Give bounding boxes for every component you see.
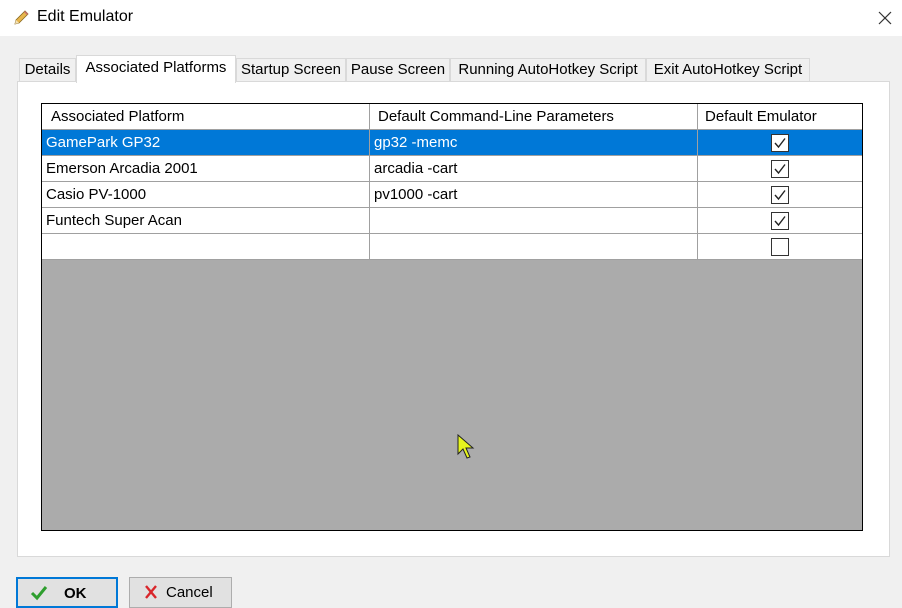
pencil-icon (12, 9, 30, 27)
params-cell[interactable] (370, 234, 698, 260)
params-cell[interactable] (370, 208, 698, 234)
params-cell[interactable]: pv1000 -cart (370, 182, 698, 208)
title-bar: Edit Emulator (0, 0, 902, 36)
mouse-cursor-icon (457, 434, 475, 459)
default-cell (698, 130, 862, 156)
default-checkbox[interactable] (771, 237, 789, 256)
default-checkbox[interactable] (771, 133, 789, 152)
x-icon (145, 585, 157, 599)
tab-pause-screen[interactable]: Pause Screen (346, 58, 450, 82)
check-icon (774, 163, 786, 174)
tab-running-autohotkey-script[interactable]: Running AutoHotkey Script (450, 58, 646, 82)
default-checkbox[interactable] (771, 211, 789, 230)
tab-associated-platforms[interactable]: Associated Platforms (76, 55, 236, 83)
platforms-grid[interactable]: Associated Platform Default Command-Line… (41, 103, 863, 531)
tab-startup-screen[interactable]: Startup Screen (236, 58, 346, 82)
platform-cell[interactable]: Casio PV-1000 (42, 182, 370, 208)
table-row[interactable]: Emerson Arcadia 2001 arcadia -cart (42, 156, 862, 182)
params-cell[interactable]: gp32 -memc (370, 130, 698, 156)
table-row[interactable]: Funtech Super Acan (42, 208, 862, 234)
table-row[interactable]: Casio PV-1000 pv1000 -cart (42, 182, 862, 208)
check-icon (774, 189, 786, 200)
cancel-button-label: Cancel (166, 584, 213, 601)
default-checkbox[interactable] (771, 159, 789, 178)
platform-cell[interactable] (42, 234, 370, 260)
table-row[interactable]: GamePark GP32 gp32 -memc (42, 130, 862, 156)
params-cell[interactable]: arcadia -cart (370, 156, 698, 182)
close-button[interactable] (868, 3, 902, 33)
column-header-params[interactable]: Default Command-Line Parameters (370, 104, 698, 130)
tab-exit-autohotkey-script[interactable]: Exit AutoHotkey Script (646, 58, 810, 82)
ok-button-label: OK (64, 585, 87, 602)
ok-button[interactable]: OK (16, 577, 118, 608)
tab-details[interactable]: Details (19, 58, 76, 82)
checkmark-icon (30, 586, 48, 601)
default-cell (698, 208, 862, 234)
platform-cell[interactable]: GamePark GP32 (42, 130, 370, 156)
cancel-button[interactable]: Cancel (129, 577, 232, 608)
close-icon (878, 11, 892, 25)
column-header-default[interactable]: Default Emulator (698, 104, 862, 130)
grid-header: Associated Platform Default Command-Line… (42, 104, 862, 130)
table-row-new[interactable] (42, 234, 862, 260)
column-header-platform[interactable]: Associated Platform (42, 104, 370, 130)
default-cell (698, 234, 862, 260)
window-title: Edit Emulator (37, 8, 134, 25)
platform-cell[interactable]: Emerson Arcadia 2001 (42, 156, 370, 182)
default-cell (698, 156, 862, 182)
default-cell (698, 182, 862, 208)
check-icon (774, 137, 786, 148)
check-icon (774, 215, 786, 226)
platform-cell[interactable]: Funtech Super Acan (42, 208, 370, 234)
default-checkbox[interactable] (771, 185, 789, 204)
